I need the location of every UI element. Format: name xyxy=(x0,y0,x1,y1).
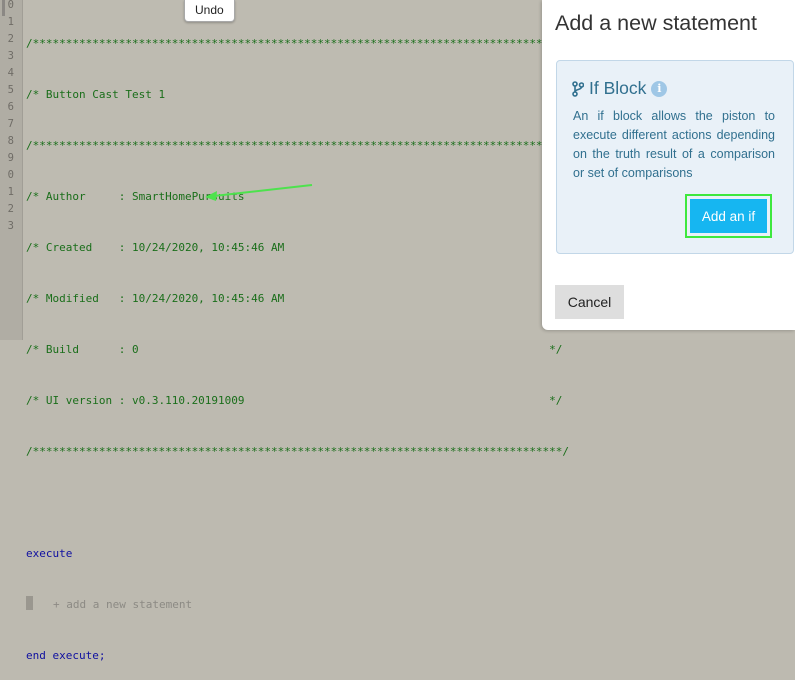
cancel-button[interactable]: Cancel xyxy=(555,285,624,319)
add-statement-link[interactable]: + add a new statement xyxy=(53,598,192,611)
end-execute-keyword[interactable]: end execute; xyxy=(26,647,569,664)
panel-title-text: If Block xyxy=(589,78,647,98)
code-line-comment: /* Build : 0 */ xyxy=(26,343,563,356)
code-branch-icon xyxy=(572,80,584,97)
code-line-comment: /***************************************… xyxy=(26,445,570,458)
add-statement-line[interactable]: + add a new statement xyxy=(26,596,569,613)
arrow-shaft xyxy=(213,184,313,197)
info-icon[interactable]: i xyxy=(651,80,668,97)
panel-heading: If Block i xyxy=(572,78,668,99)
if-block-panel: If Block i An if block allows the piston… xyxy=(556,60,794,254)
add-if-button[interactable]: Add an if xyxy=(690,199,767,233)
code-line-comment: /* UI version : v0.3.110.20191009 */ xyxy=(26,394,563,407)
cursor-caret xyxy=(26,596,33,610)
arrow-head xyxy=(205,191,217,201)
highlight-box: Add an if xyxy=(685,194,772,238)
dialog-title: Add a new statement xyxy=(555,11,757,35)
panel-description: An if block allows the piston to execute… xyxy=(573,109,775,180)
execute-keyword[interactable]: execute xyxy=(26,545,569,562)
add-statement-dialog: Add a new statement If Block i An if blo… xyxy=(542,0,795,330)
